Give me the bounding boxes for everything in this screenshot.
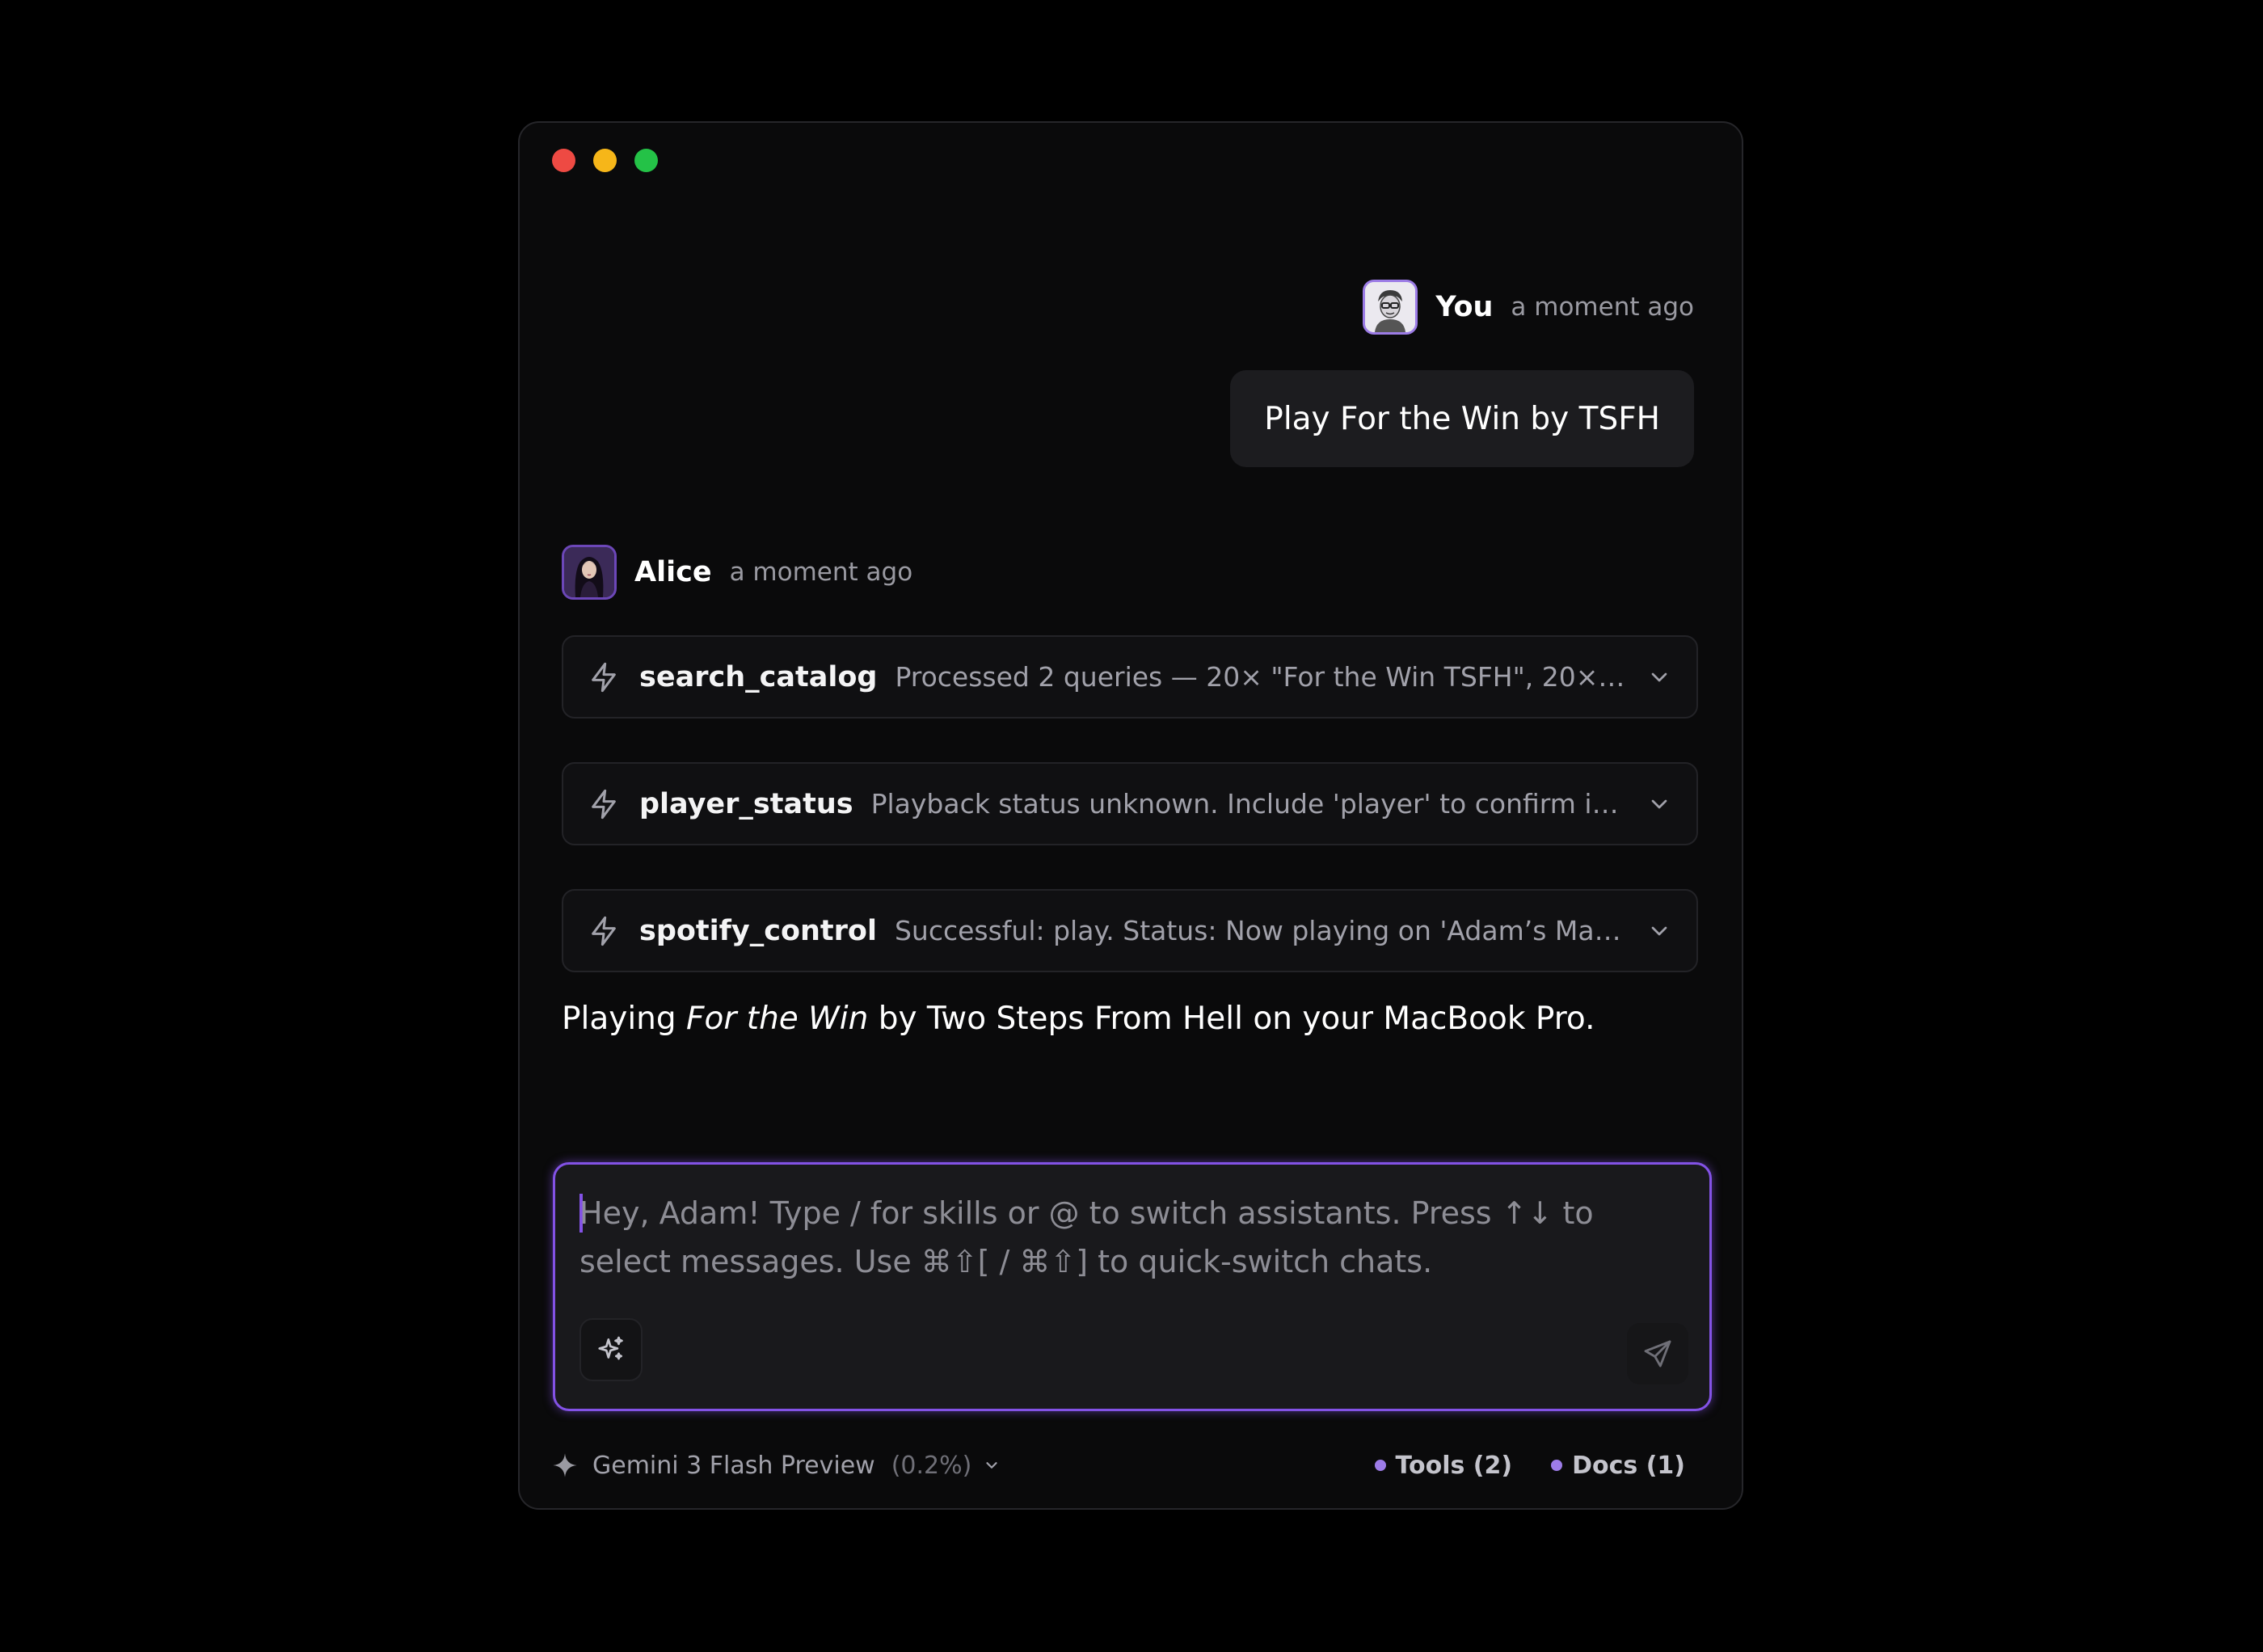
assistant-author-name: Alice [634,556,712,588]
composer-placeholder[interactable]: Hey, Adam! Type / for skills or @ to swi… [579,1189,1679,1286]
assistant-message-header: Alice a moment ago [562,545,912,600]
minimize-window-button[interactable] [593,149,617,172]
tools-label: Tools (2) [1395,1451,1513,1480]
reply-song-title: For the Win [686,1001,869,1037]
tools-pill[interactable]: Tools (2) [1374,1451,1513,1480]
user-message-time: a moment ago [1511,293,1694,322]
tool-call-summary: Playback status unknown. Include 'player… [870,788,1632,820]
user-message-header: You a moment ago [1363,280,1694,335]
tool-call-player-status[interactable]: player_status Playback status unknown. I… [562,762,1698,845]
user-message-text: Play For the Win by TSFH [1264,400,1660,437]
window-controls [552,149,658,172]
model-usage: (0.2%) [891,1451,972,1480]
chevron-down-icon[interactable] [983,1456,1001,1474]
reply-prefix: Playing [562,1001,687,1037]
tool-call-summary: Successful: play. Status: Now playing on… [894,915,1632,946]
user-avatar[interactable] [1363,280,1418,335]
composer-footer: Gemini 3 Flash Preview (0.2%) Tools (2) … [552,1445,1685,1486]
message-composer[interactable]: Hey, Adam! Type / for skills or @ to swi… [553,1162,1712,1411]
gemini-sparkle-icon [553,1453,577,1477]
chat-window: You a moment ago Play For the Win by TSF… [518,121,1743,1510]
skills-button[interactable] [579,1318,643,1381]
user-author-name: You [1435,291,1494,323]
lightning-icon [592,789,616,819]
tool-call-spotify-control[interactable]: spotify_control Successful: play. Status… [562,889,1698,972]
status-dot [1374,1460,1386,1471]
docs-label: Docs (1) [1572,1451,1685,1480]
user-message-bubble: Play For the Win by TSFH [1230,370,1694,467]
tool-call-name: search_catalog [639,660,878,693]
alice-portrait-icon [564,547,614,597]
chevron-down-icon[interactable] [1646,664,1672,690]
close-window-button[interactable] [552,149,575,172]
maximize-window-button[interactable] [634,149,658,172]
assistant-message-time: a moment ago [729,558,913,587]
lightning-icon [592,662,616,692]
tool-call-search-catalog[interactable]: search_catalog Processed 2 queries — 20×… [562,635,1698,719]
alice-avatar[interactable] [562,545,617,600]
chevron-down-icon[interactable] [1646,791,1672,817]
send-button[interactable] [1627,1323,1688,1384]
send-icon [1644,1340,1671,1368]
model-selector[interactable]: Gemini 3 Flash Preview [592,1452,875,1480]
reply-suffix: by Two Steps From Hell on your MacBook P… [868,1001,1595,1037]
tool-call-summary: Processed 2 queries — 20× "For the Win T… [895,661,1632,693]
lightning-icon [592,916,616,946]
chevron-down-icon[interactable] [1646,918,1672,944]
tool-call-name: spotify_control [639,914,877,947]
assistant-reply-text: Playing For the Win by Two Steps From He… [562,1001,1595,1037]
user-portrait-icon [1365,282,1416,332]
sparkles-icon [598,1336,623,1360]
status-dot [1551,1460,1563,1471]
docs-pill[interactable]: Docs (1) [1551,1452,1685,1480]
tool-call-name: player_status [639,787,853,820]
